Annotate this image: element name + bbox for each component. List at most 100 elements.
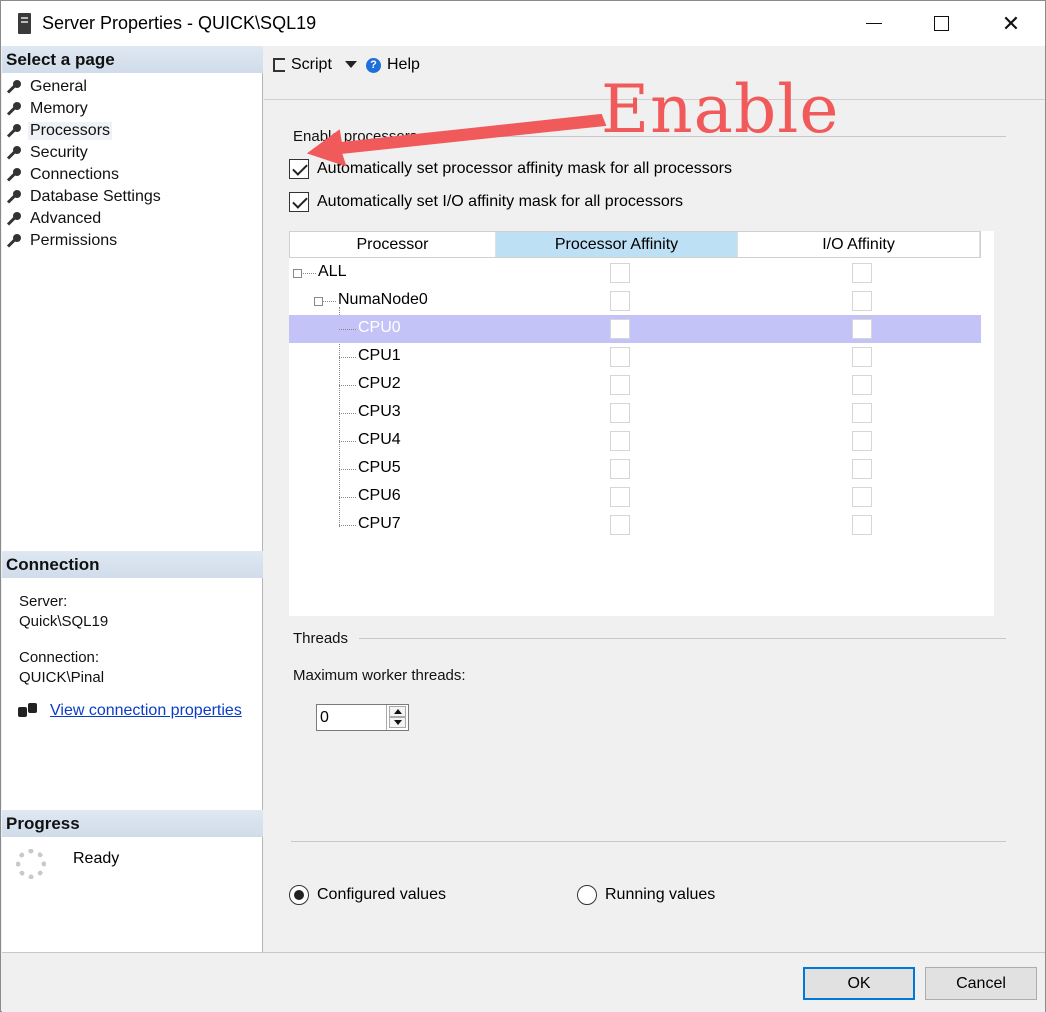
- processor-affinity-checkbox[interactable]: [610, 515, 630, 535]
- sidebar-item-label: General: [30, 78, 87, 95]
- sidebar-item-permissions[interactable]: Permissions: [7, 230, 163, 252]
- script-button[interactable]: Script: [273, 56, 332, 74]
- sidebar-item-label: Advanced: [30, 210, 102, 227]
- script-label: Script: [291, 56, 332, 73]
- processor-affinity-checkbox[interactable]: [610, 263, 630, 283]
- processor-affinity-checkbox[interactable]: [610, 487, 630, 507]
- arrow-up-icon: [393, 709, 402, 714]
- configured-values-radio[interactable]: [289, 885, 309, 905]
- column-header-processor[interactable]: Processor: [290, 232, 496, 257]
- stepper-up-button[interactable]: [389, 706, 406, 717]
- connection-header: Connection: [2, 551, 263, 578]
- max-worker-threads-value[interactable]: 0: [320, 709, 329, 727]
- stepper-down-button[interactable]: [389, 717, 406, 728]
- maximize-icon: [933, 16, 949, 31]
- title-bar: Server Properties - QUICK\SQL19 ✕: [1, 1, 1045, 46]
- server-icon: [18, 13, 31, 34]
- io-affinity-checkbox[interactable]: [852, 487, 872, 507]
- connection-value: QUICK\Pinal: [19, 669, 105, 686]
- annotation-arrow-icon: [306, 113, 607, 167]
- io-affinity-checkbox[interactable]: [852, 347, 872, 367]
- processor-affinity-checkbox[interactable]: [610, 347, 630, 367]
- close-button[interactable]: ✕: [976, 1, 1046, 46]
- processors-page: Enable processors Automatically set proc…: [264, 101, 1045, 952]
- table-row[interactable]: CPU6: [289, 483, 981, 511]
- auto-io-affinity-label: Automatically set I/O affinity mask for …: [317, 193, 684, 210]
- sidebar-item-advanced[interactable]: Advanced: [7, 208, 163, 230]
- ok-button[interactable]: OK: [803, 967, 915, 1000]
- processor-affinity-checkbox[interactable]: [610, 375, 630, 395]
- table-row[interactable]: CPU0: [289, 315, 981, 343]
- arrow-down-icon: [393, 720, 402, 725]
- grid-header: Processor Processor Affinity I/O Affinit…: [289, 231, 981, 258]
- column-header-processor-affinity[interactable]: Processor Affinity: [496, 232, 738, 257]
- sidebar-item-security[interactable]: Security: [7, 142, 163, 164]
- io-affinity-checkbox[interactable]: [852, 291, 872, 311]
- processor-affinity-checkbox[interactable]: [610, 431, 630, 451]
- table-row[interactable]: CPU1: [289, 343, 981, 371]
- running-values-radio[interactable]: [577, 885, 597, 905]
- io-affinity-checkbox[interactable]: [852, 319, 872, 339]
- auto-io-affinity-checkbox[interactable]: [289, 192, 309, 212]
- io-affinity-checkbox[interactable]: [852, 459, 872, 479]
- tree-line: [339, 525, 356, 526]
- cancel-button[interactable]: Cancel: [925, 967, 1037, 1000]
- table-row[interactable]: CPU7: [289, 511, 981, 539]
- script-dropdown-arrow-icon[interactable]: [345, 61, 357, 68]
- sidebar-item-processors[interactable]: Processors: [7, 120, 163, 142]
- table-row[interactable]: NumaNode0: [289, 287, 981, 315]
- sidebar-item-general[interactable]: General: [7, 76, 163, 98]
- processor-name: CPU3: [358, 403, 401, 420]
- view-connection-properties-link[interactable]: View connection properties: [50, 702, 242, 720]
- collapse-icon[interactable]: [314, 297, 323, 306]
- sidebar: Select a page General Memory Processors …: [2, 46, 263, 952]
- sidebar-item-connections[interactable]: Connections: [7, 164, 163, 186]
- max-worker-threads-stepper[interactable]: 0: [316, 704, 409, 731]
- io-affinity-checkbox[interactable]: [852, 431, 872, 451]
- io-affinity-checkbox[interactable]: [852, 515, 872, 535]
- server-value: Quick\SQL19: [19, 613, 109, 630]
- processor-affinity-checkbox[interactable]: [610, 291, 630, 311]
- wrench-icon: [7, 80, 21, 94]
- table-row[interactable]: CPU5: [289, 455, 981, 483]
- processor-name: CPU4: [358, 431, 401, 448]
- help-button[interactable]: ? Help: [366, 56, 420, 74]
- maximize-button[interactable]: [906, 1, 976, 46]
- sidebar-item-label: Connections: [30, 166, 119, 183]
- tree-line: [339, 413, 356, 414]
- close-icon: ✕: [1001, 10, 1021, 36]
- configured-values-label: Configured values: [317, 886, 446, 903]
- sidebar-item-memory[interactable]: Memory: [7, 98, 163, 120]
- io-affinity-checkbox[interactable]: [852, 403, 872, 423]
- processor-affinity-checkbox[interactable]: [610, 319, 630, 339]
- tree-line: [339, 441, 356, 442]
- collapse-icon[interactable]: [293, 269, 302, 278]
- select-page-header: Select a page: [2, 46, 263, 73]
- running-values-label: Running values: [605, 886, 716, 903]
- auto-io-affinity-row[interactable]: Automatically set I/O affinity mask for …: [289, 192, 683, 212]
- column-header-io-affinity[interactable]: I/O Affinity: [738, 232, 980, 257]
- window-title: Server Properties - QUICK\SQL19: [42, 13, 317, 33]
- processor-name: CPU6: [358, 487, 401, 504]
- tree-line: [339, 497, 356, 498]
- processor-affinity-checkbox[interactable]: [610, 403, 630, 423]
- io-affinity-checkbox[interactable]: [852, 375, 872, 395]
- table-row[interactable]: CPU3: [289, 399, 981, 427]
- progress-header: Progress: [2, 810, 263, 837]
- io-affinity-checkbox[interactable]: [852, 263, 872, 283]
- group-divider: [359, 638, 1006, 639]
- configured-values-option[interactable]: Configured values: [289, 885, 446, 905]
- wrench-icon: [7, 102, 21, 116]
- table-row[interactable]: CPU4: [289, 427, 981, 455]
- running-values-option[interactable]: Running values: [577, 885, 715, 905]
- enable-annotation-text: Enable: [601, 71, 840, 148]
- wrench-icon: [7, 168, 21, 182]
- progress-status: Ready: [73, 850, 120, 867]
- table-row[interactable]: CPU2: [289, 371, 981, 399]
- sidebar-item-database-settings[interactable]: Database Settings: [7, 186, 163, 208]
- tree-line: [339, 357, 356, 358]
- table-row[interactable]: ALL: [289, 259, 981, 287]
- tree-line: [339, 469, 356, 470]
- minimize-button[interactable]: [839, 1, 909, 46]
- processor-affinity-checkbox[interactable]: [610, 459, 630, 479]
